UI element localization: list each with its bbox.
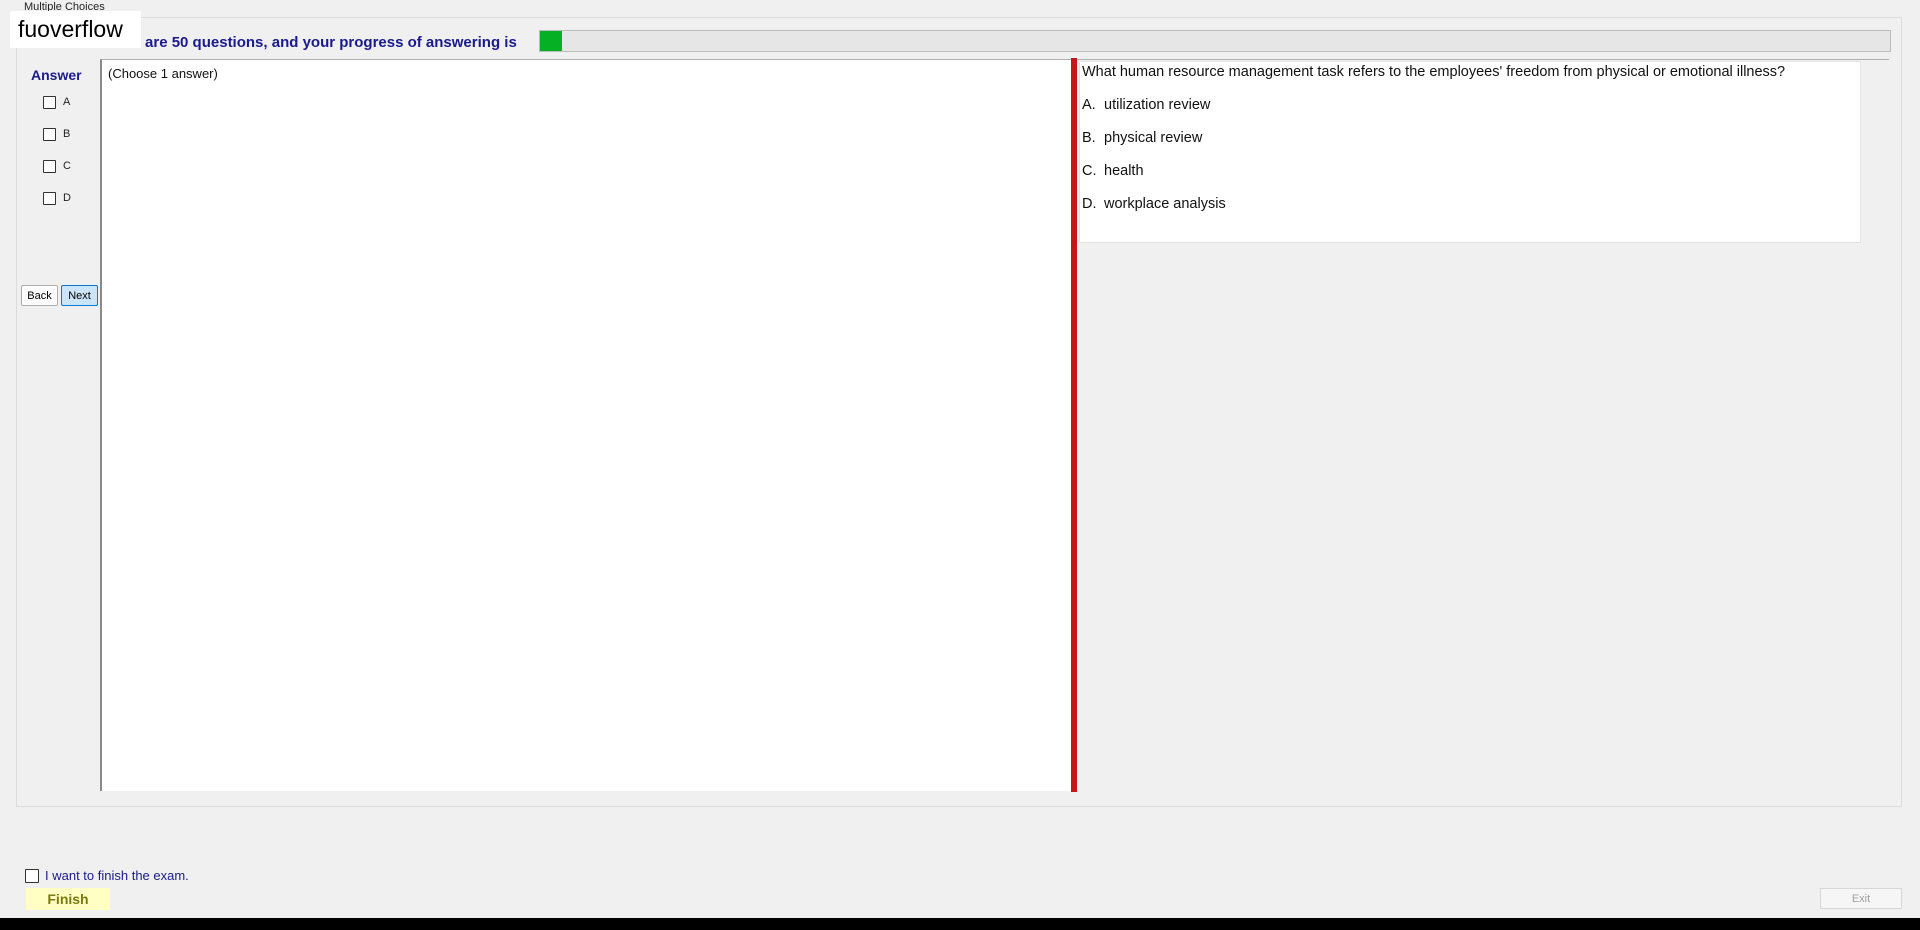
next-button[interactable]: Next: [61, 285, 98, 306]
answer-checkbox-b[interactable]: B: [43, 125, 70, 143]
answer-checkbox-label: B: [63, 128, 71, 140]
question-panel: [1079, 61, 1861, 243]
option-letter: C.: [1082, 163, 1097, 179]
progress-bar-fill: [540, 31, 562, 51]
answer-checkbox-a[interactable]: A: [43, 93, 70, 111]
watermark: fuoverflow: [10, 11, 141, 48]
answer-checkbox-label: A: [63, 96, 71, 108]
answer-checkbox-label: C: [63, 160, 71, 172]
question-text: What human resource management task refe…: [1082, 64, 1786, 80]
option-text: workplace analysis: [1104, 196, 1226, 212]
question-option-c: C. health: [1082, 163, 1144, 179]
option-text: utilization review: [1104, 97, 1211, 113]
answer-heading: Answer: [31, 67, 82, 83]
question-option-b: B. physical review: [1082, 130, 1202, 146]
finish-button[interactable]: Finish: [26, 888, 110, 910]
option-text: physical review: [1104, 130, 1203, 146]
answer-checkbox-c[interactable]: C: [43, 157, 71, 175]
option-letter: B.: [1082, 130, 1096, 146]
checkbox-icon[interactable]: [43, 95, 56, 109]
option-letter: D.: [1082, 196, 1097, 212]
bottom-bar: [0, 918, 1920, 930]
checkbox-icon[interactable]: [43, 191, 56, 205]
option-text: health: [1104, 163, 1144, 179]
checkbox-icon[interactable]: [43, 159, 56, 173]
option-letter: A.: [1082, 97, 1096, 113]
exit-button[interactable]: Exit: [1820, 888, 1902, 909]
answer-text-panel: [100, 59, 1074, 791]
answer-checkbox-d[interactable]: D: [43, 189, 71, 207]
back-button[interactable]: Back: [21, 285, 58, 306]
checkbox-icon[interactable]: [25, 868, 39, 883]
progress-bar: [539, 30, 1891, 52]
progress-label: There are 50 questions, and your progres…: [100, 34, 517, 51]
question-option-d: D. workplace analysis: [1082, 196, 1226, 212]
answer-checkbox-label: D: [63, 192, 71, 204]
choose-instruction: (Choose 1 answer): [108, 66, 218, 81]
finish-exam-label: I want to finish the exam.: [45, 868, 189, 883]
finish-exam-checkbox[interactable]: I want to finish the exam.: [25, 868, 189, 883]
checkbox-icon[interactable]: [43, 127, 56, 141]
question-option-a: A. utilization review: [1082, 97, 1210, 113]
